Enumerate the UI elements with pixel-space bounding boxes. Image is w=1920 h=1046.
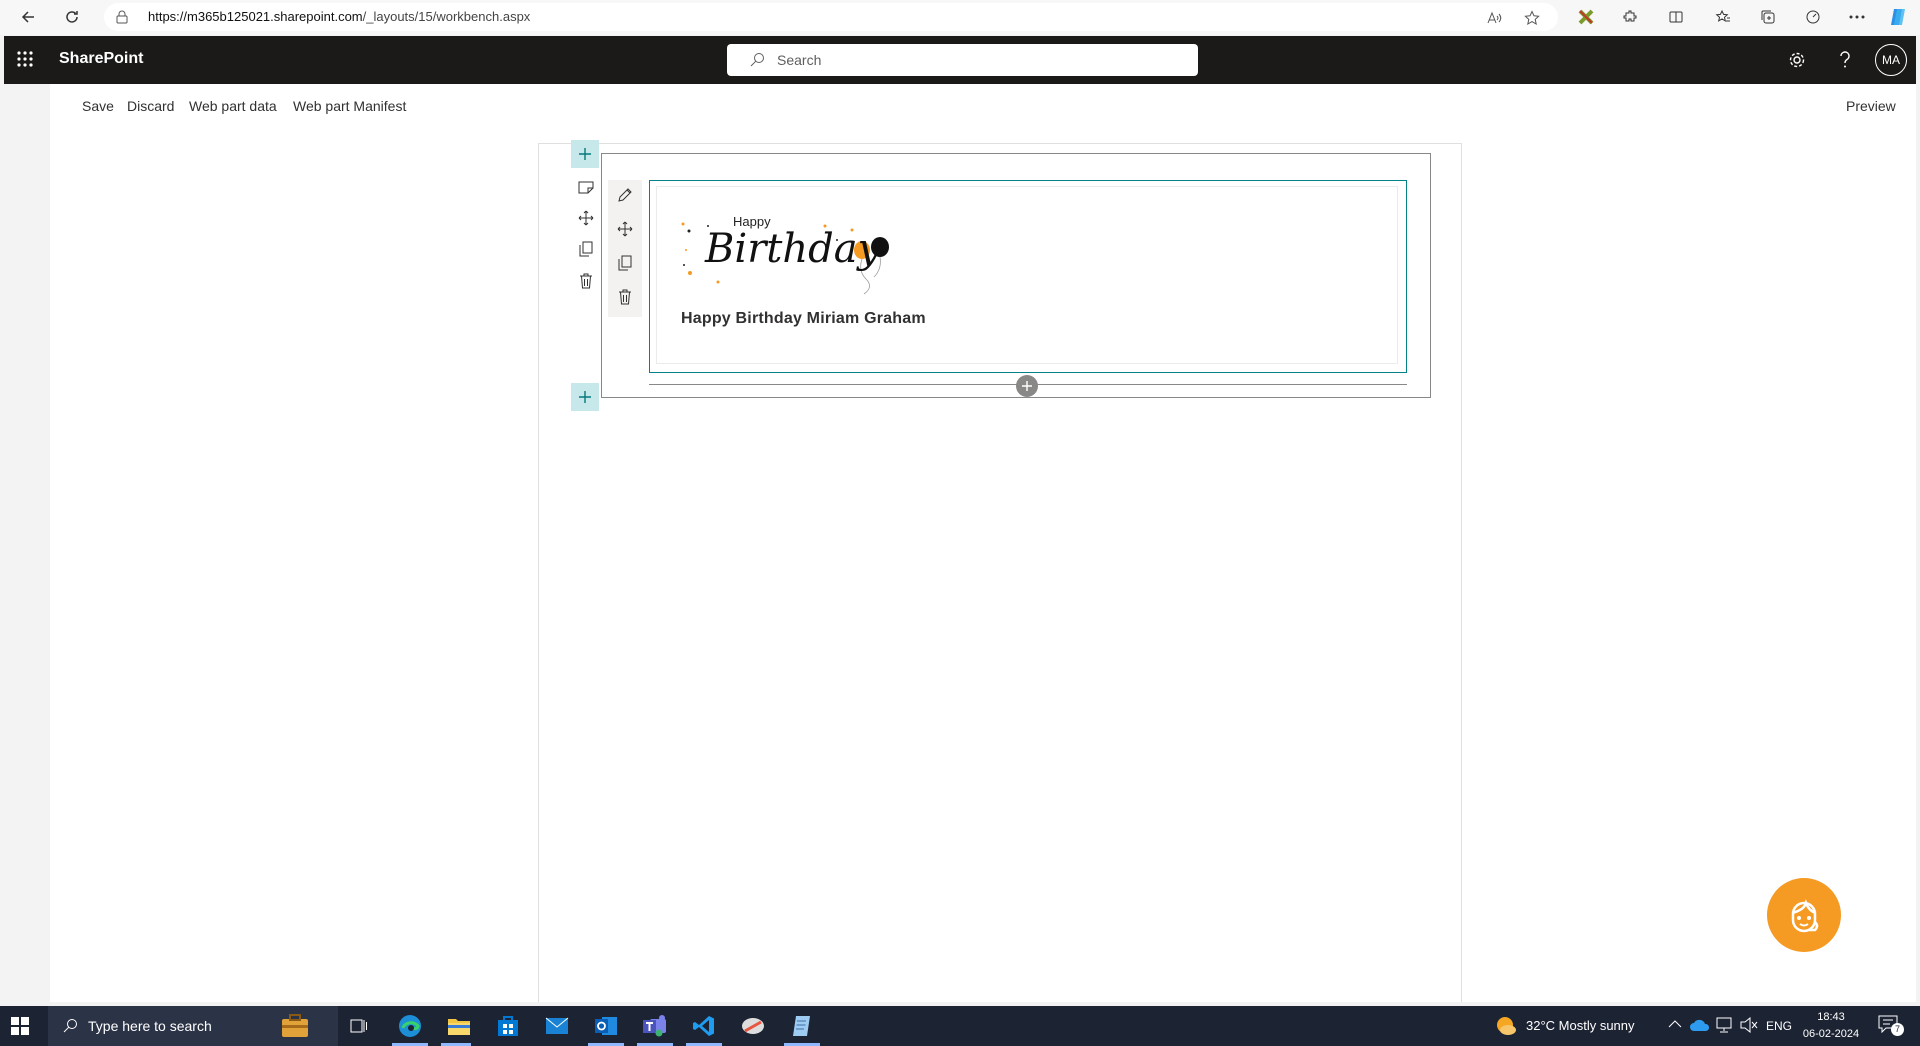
address-bar[interactable]: https://m365b125021.sharepoint.com/_layo… <box>104 3 1558 31</box>
edit-section-icon[interactable] <box>575 176 597 198</box>
chat-bot-button[interactable] <box>1767 878 1841 952</box>
workbench-command-bar: Save Discard Web part data Web part Mani… <box>50 84 1916 128</box>
notification-center-icon[interactable]: 7 <box>1878 1015 1904 1037</box>
add-section-top-button[interactable] <box>571 140 599 168</box>
avatar[interactable]: MA <box>1875 44 1907 76</box>
taskbar-search-placeholder: Type here to search <box>88 1018 212 1034</box>
search-input[interactable]: Search <box>727 44 1198 76</box>
settings-gear-icon[interactable] <box>1785 48 1809 72</box>
task-view-icon[interactable] <box>344 1011 374 1041</box>
search-placeholder: Search <box>777 52 822 68</box>
web-part-data-button[interactable]: Web part data <box>189 98 277 114</box>
split-screen-icon[interactable] <box>1663 4 1689 30</box>
duplicate-web-part-icon[interactable] <box>614 252 636 274</box>
taskbar-search-input[interactable]: Type here to search <box>48 1006 338 1046</box>
read-aloud-icon[interactable] <box>1483 7 1505 29</box>
discard-button[interactable]: Discard <box>127 98 174 114</box>
save-button[interactable]: Save <box>82 98 114 114</box>
network-icon[interactable] <box>1715 1017 1733 1033</box>
url-text[interactable]: https://m365b125021.sharepoint.com/_layo… <box>148 9 530 24</box>
edit-web-part-pencil-icon[interactable] <box>614 184 636 206</box>
file-explorer-icon[interactable] <box>444 1011 474 1041</box>
favorite-star-icon[interactable] <box>1521 7 1543 29</box>
notepad-icon[interactable] <box>787 1011 817 1041</box>
clock-date: 06-02-2024 <box>1802 1028 1860 1040</box>
delete-section-icon[interactable] <box>575 270 597 292</box>
mail-icon[interactable] <box>542 1011 572 1041</box>
help-icon[interactable] <box>1833 48 1857 72</box>
vscode-icon[interactable] <box>689 1011 719 1041</box>
briefcase-icon <box>280 1012 310 1040</box>
refresh-icon[interactable] <box>57 2 87 32</box>
favorites-icon[interactable] <box>1710 4 1736 30</box>
copilot-icon[interactable] <box>1885 4 1911 30</box>
language-indicator[interactable]: ENG <box>1766 1019 1792 1033</box>
windows-start-icon[interactable] <box>10 1016 30 1036</box>
more-options-icon[interactable] <box>1844 4 1870 30</box>
lock-icon[interactable] <box>116 10 128 24</box>
move-section-icon[interactable] <box>575 207 597 229</box>
extension-tools-icon[interactable] <box>1573 4 1599 30</box>
preview-button[interactable]: Preview <box>1846 98 1896 114</box>
weather-icon[interactable] <box>1495 1015 1517 1037</box>
windows-taskbar: Type here to search 32°C Mostly sunny EN… <box>0 1006 1920 1046</box>
taskbar-search-icon <box>62 1018 78 1034</box>
left-gutter <box>4 84 50 1002</box>
notification-count: 7 <box>1891 1023 1904 1036</box>
back-icon[interactable] <box>13 2 43 32</box>
collections-icon[interactable] <box>1755 4 1781 30</box>
microsoft-store-icon[interactable] <box>493 1011 523 1041</box>
add-section-bottom-button[interactable] <box>571 383 599 411</box>
weather-text[interactable]: 32°C Mostly sunny <box>1526 1018 1635 1033</box>
onedrive-icon[interactable] <box>1690 1018 1710 1032</box>
browser-toolbar: https://m365b125021.sharepoint.com/_layo… <box>0 0 1920 35</box>
edge-browser-icon[interactable] <box>395 1011 425 1041</box>
add-web-part-button[interactable] <box>1016 375 1038 397</box>
tray-expand-chevron-icon[interactable] <box>1668 1019 1682 1029</box>
delete-web-part-icon[interactable] <box>614 286 636 308</box>
clock-time: 18:43 <box>1817 1011 1845 1023</box>
extensions-icon[interactable] <box>1617 4 1643 30</box>
move-web-part-icon[interactable] <box>614 218 636 240</box>
search-icon <box>749 52 765 68</box>
volume-muted-icon[interactable] <box>1740 1017 1758 1033</box>
performance-icon[interactable] <box>1800 4 1826 30</box>
outlook-icon[interactable] <box>591 1011 621 1041</box>
clock[interactable]: 18:43 06-02-2024 <box>1795 1009 1867 1043</box>
app-title[interactable]: SharePoint <box>59 50 143 68</box>
duplicate-section-icon[interactable] <box>575 238 597 260</box>
app-launcher-icon[interactable] <box>16 50 36 70</box>
suite-bar: SharePoint Search MA <box>4 36 1916 84</box>
teams-icon[interactable] <box>640 1011 670 1041</box>
web-part-manifest-button[interactable]: Web part Manifest <box>293 98 406 114</box>
birthday-image-birthday-text: Birthday <box>705 226 881 272</box>
bot-face-icon <box>1791 899 1819 933</box>
birthday-greeting: Happy Birthday Miriam Graham <box>681 310 926 327</box>
snipping-tool-icon[interactable] <box>738 1011 768 1041</box>
